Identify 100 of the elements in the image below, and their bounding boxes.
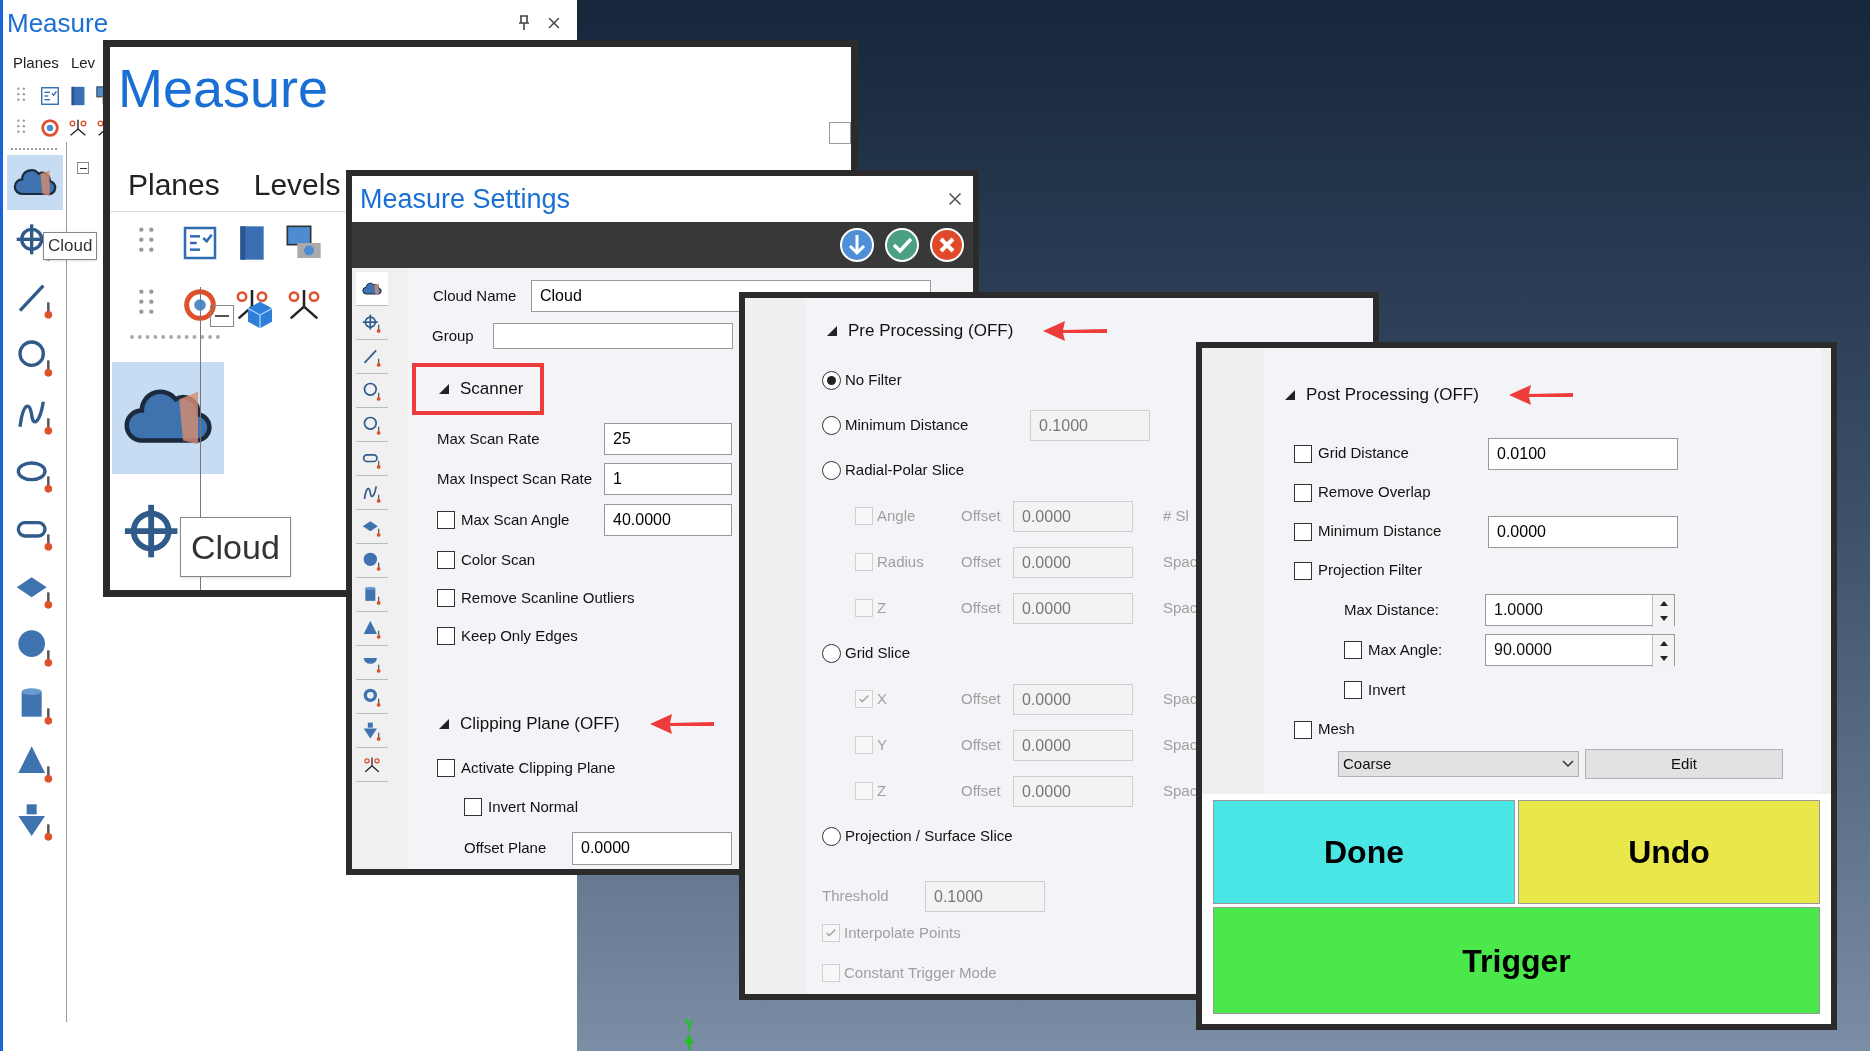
axes-icon bbox=[67, 117, 89, 139]
collapse-triangle-icon[interactable] bbox=[1284, 389, 1296, 401]
checkbox-label: Constant Trigger Mode bbox=[844, 962, 997, 983]
pin-icon[interactable] bbox=[517, 15, 531, 31]
text-field[interactable] bbox=[493, 323, 733, 349]
section-title[interactable]: Clipping Plane (OFF) bbox=[460, 711, 620, 737]
panel-corner bbox=[829, 122, 851, 144]
panel-title: Measure bbox=[7, 6, 109, 40]
check-icon bbox=[857, 692, 871, 706]
text-field[interactable]: 0.0000 bbox=[1488, 515, 1678, 548]
field-label: Offset bbox=[961, 551, 1002, 572]
collapse-icon[interactable] bbox=[210, 305, 234, 327]
action-button[interactable]: Undo bbox=[1518, 800, 1820, 904]
radio-label: Radial-Polar Slice bbox=[845, 460, 966, 481]
field-label: Spac bbox=[1163, 551, 1198, 572]
checkbox[interactable] bbox=[1294, 444, 1312, 463]
field-label: Spac bbox=[1163, 597, 1198, 618]
field-label: Offset bbox=[961, 688, 1002, 709]
tool-button[interactable] bbox=[356, 272, 388, 306]
text-field[interactable]: 0.0000 bbox=[1013, 775, 1133, 807]
menu-tab[interactable]: Planes bbox=[13, 51, 59, 75]
window-title: Measure Settings bbox=[360, 182, 571, 216]
checkbox[interactable] bbox=[1294, 483, 1312, 502]
menu-tab[interactable]: Planes bbox=[128, 162, 220, 207]
text-field[interactable]: 0.0000 bbox=[1013, 500, 1133, 532]
section-title[interactable]: Post Processing (OFF) bbox=[1306, 382, 1479, 408]
spin-field[interactable]: 1.0000 bbox=[1485, 594, 1675, 626]
mesh-select[interactable]: Coarse bbox=[1338, 751, 1579, 777]
text-field[interactable]: 0.1000 bbox=[1030, 410, 1150, 441]
text-field[interactable]: 0.0000 bbox=[1013, 592, 1133, 624]
torus-icon bbox=[362, 686, 382, 707]
field-label: Spac bbox=[1163, 780, 1198, 801]
download-icon[interactable] bbox=[839, 227, 875, 263]
tooltip: Cloud bbox=[180, 517, 291, 577]
text-field[interactable]: 0.0000 bbox=[572, 831, 732, 865]
text-field[interactable]: 1 bbox=[604, 463, 732, 495]
checkbox[interactable] bbox=[437, 511, 455, 529]
menu-tab[interactable]: Lev bbox=[70, 51, 96, 75]
checkbox-label: Color Scan bbox=[461, 549, 536, 570]
collapse-icon[interactable] bbox=[77, 162, 89, 174]
tool-button[interactable] bbox=[112, 362, 224, 474]
checkbox-label: Radius bbox=[876, 551, 925, 572]
checkbox-label: Invert Normal bbox=[488, 796, 579, 817]
field-label: Offset bbox=[961, 780, 1002, 801]
spin-buttons[interactable] bbox=[1652, 635, 1674, 667]
checkbox[interactable] bbox=[1294, 522, 1312, 541]
collapse-triangle-icon[interactable] bbox=[438, 718, 450, 730]
checkbox[interactable] bbox=[437, 627, 455, 645]
radio-button[interactable] bbox=[822, 827, 841, 846]
spin-field[interactable]: 90.0000 bbox=[1485, 634, 1675, 666]
collapse-triangle-icon[interactable] bbox=[826, 325, 838, 337]
radio-button[interactable] bbox=[822, 644, 841, 663]
checkbox-label: Invert bbox=[1368, 679, 1406, 700]
checkbox-label: Interpolate Points bbox=[844, 922, 961, 943]
check-icon bbox=[824, 926, 838, 940]
crosshair-icon bbox=[362, 312, 382, 333]
checkbox-label: Z bbox=[876, 597, 888, 618]
radio-label: Projection / Surface Slice bbox=[845, 826, 1014, 847]
radio-button[interactable] bbox=[822, 461, 841, 480]
axis-arrow-icon bbox=[683, 1034, 695, 1050]
menu-tab[interactable]: Levels bbox=[253, 162, 341, 207]
text-field[interactable]: 0.0000 bbox=[1013, 546, 1133, 578]
checkmark-icon[interactable] bbox=[884, 227, 920, 263]
circle-icon bbox=[362, 414, 382, 435]
axis-label: Y bbox=[683, 1018, 695, 1034]
checkbox[interactable] bbox=[464, 798, 482, 816]
checkbox[interactable] bbox=[1294, 561, 1312, 580]
collapse-triangle-icon[interactable] bbox=[438, 383, 450, 395]
checkbox-label: Y bbox=[876, 734, 888, 755]
checkbox-label: Keep Only Edges bbox=[461, 625, 578, 646]
checkbox[interactable] bbox=[437, 551, 455, 569]
checkbox[interactable] bbox=[437, 759, 455, 777]
checkbox-label: Max Angle: bbox=[1368, 639, 1444, 660]
edit-button[interactable]: Edit bbox=[1585, 749, 1783, 779]
field-label: # Sl bbox=[1163, 505, 1189, 526]
section-title[interactable]: Pre Processing (OFF) bbox=[848, 318, 1014, 344]
checkbox-label: Activate Clipping Plane bbox=[461, 757, 616, 778]
checkbox[interactable] bbox=[437, 589, 455, 607]
cancel-icon[interactable] bbox=[929, 227, 965, 263]
field-label: Max Scan Rate bbox=[437, 428, 541, 449]
section-title[interactable]: Scanner bbox=[460, 376, 524, 402]
tooltip: Cloud bbox=[43, 232, 98, 260]
text-field[interactable]: 0.0000 bbox=[1013, 683, 1133, 715]
target-icon bbox=[39, 117, 61, 139]
text-field[interactable]: 0.0000 bbox=[1013, 729, 1133, 761]
tool-button[interactable] bbox=[7, 155, 63, 210]
text-field[interactable]: 25 bbox=[604, 423, 732, 455]
checkbox[interactable] bbox=[1344, 641, 1362, 659]
spin-buttons[interactable] bbox=[1652, 595, 1674, 627]
checkbox[interactable] bbox=[1294, 720, 1312, 739]
text-field[interactable]: 40.0000 bbox=[604, 504, 732, 536]
radio-button[interactable] bbox=[822, 416, 841, 435]
checkbox-label: Remove Scanline Outliers bbox=[461, 587, 635, 608]
field-label: Max Inspect Scan Rate bbox=[437, 468, 594, 489]
action-button[interactable]: Done bbox=[1213, 800, 1515, 904]
radio-button[interactable] bbox=[822, 371, 841, 390]
checkbox[interactable] bbox=[1344, 681, 1362, 699]
checkbox-label: Mesh bbox=[1318, 719, 1355, 740]
action-button[interactable]: Trigger bbox=[1213, 907, 1820, 1014]
text-field[interactable]: 0.0100 bbox=[1488, 437, 1678, 470]
